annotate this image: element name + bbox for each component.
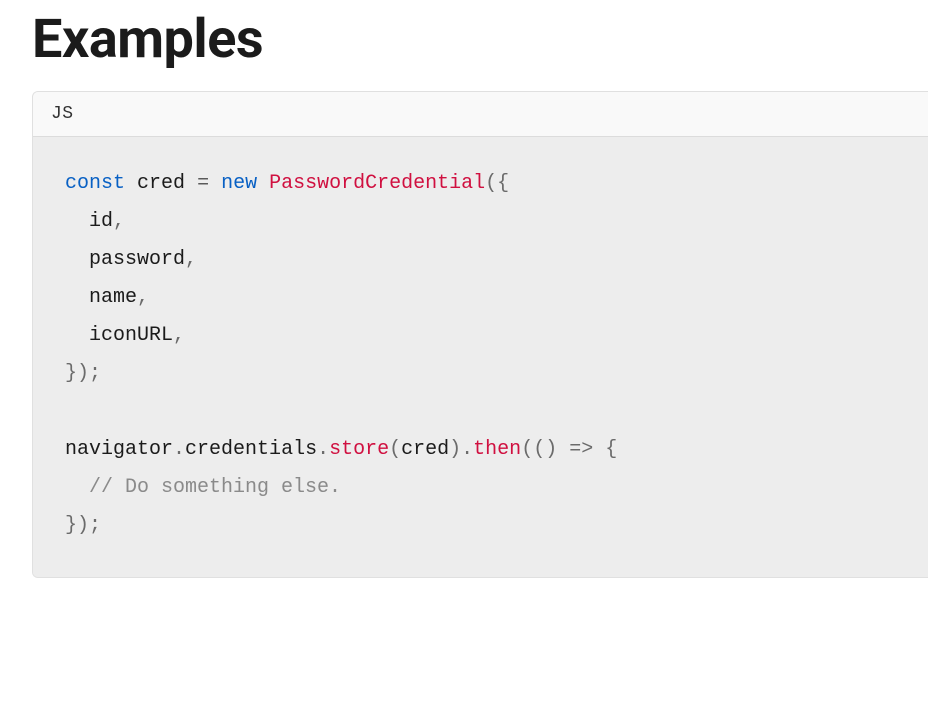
punct-open: ({ bbox=[485, 172, 509, 195]
dot: . bbox=[461, 438, 473, 461]
code-body: const cred = new PasswordCredential({ id… bbox=[33, 137, 928, 577]
paren-open: ( bbox=[389, 438, 401, 461]
dot: . bbox=[317, 438, 329, 461]
identifier-navigator: navigator bbox=[65, 438, 173, 461]
comma: , bbox=[113, 210, 125, 233]
code-language-label: JS bbox=[33, 92, 928, 137]
identifier-credentials: credentials bbox=[185, 438, 317, 461]
punct-close-2: }); bbox=[65, 514, 101, 537]
prop-name: name bbox=[89, 286, 137, 309]
section-heading: Examples bbox=[0, 0, 928, 81]
prop-password: password bbox=[89, 248, 185, 271]
brace-open: { bbox=[605, 438, 617, 461]
paren-close: ) bbox=[449, 438, 461, 461]
keyword-new: new bbox=[221, 172, 257, 195]
arrow: => bbox=[569, 438, 593, 461]
identifier-cred: cred bbox=[137, 172, 185, 195]
comma: , bbox=[185, 248, 197, 271]
arrow-params: (() bbox=[521, 438, 557, 461]
arg-cred: cred bbox=[401, 438, 449, 461]
prop-iconurl: iconURL bbox=[89, 324, 173, 347]
comma: , bbox=[173, 324, 185, 347]
comment: // Do something else. bbox=[89, 476, 341, 499]
punct-close: }); bbox=[65, 362, 101, 385]
prop-id: id bbox=[89, 210, 113, 233]
dot: . bbox=[173, 438, 185, 461]
keyword-const: const bbox=[65, 172, 125, 195]
class-name: PasswordCredential bbox=[269, 172, 485, 195]
method-store: store bbox=[329, 438, 389, 461]
comma: , bbox=[137, 286, 149, 309]
operator-equals: = bbox=[197, 172, 209, 195]
code-block: JS const cred = new PasswordCredential({… bbox=[32, 91, 928, 578]
method-then: then bbox=[473, 438, 521, 461]
